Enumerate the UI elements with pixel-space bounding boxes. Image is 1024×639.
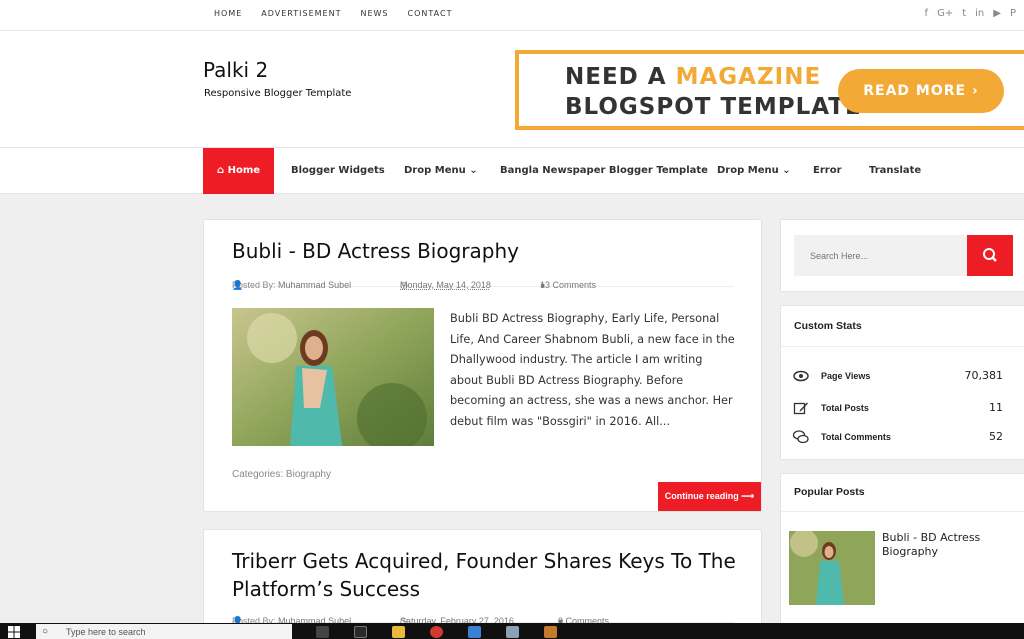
top-nav-advertisement[interactable]: ADVERTISEMENT: [261, 9, 341, 18]
banner-read-more-button[interactable]: READ MORE ›: [838, 69, 1004, 113]
continue-reading-button[interactable]: Continue reading ⟶: [658, 482, 761, 511]
stat-row: Total Comments 52: [793, 430, 1003, 446]
category-link[interactable]: Biography: [286, 469, 331, 480]
widget-title: Popular Posts: [794, 486, 865, 498]
google-plus-icon[interactable]: G+: [937, 8, 953, 19]
search-icon: [983, 248, 997, 262]
ad-banner[interactable]: NEED A MAGAZINE BLOGSPOT TEMPLATE READ M…: [515, 50, 1024, 130]
chevron-down-icon: ⌄: [778, 165, 791, 176]
divider: [781, 511, 1024, 512]
nav-blogger-widgets[interactable]: Blogger Widgets: [291, 148, 385, 194]
stat-label: Total Posts: [821, 403, 869, 413]
youtube-icon[interactable]: ▶: [993, 8, 1001, 19]
task-view-icon[interactable]: [316, 626, 329, 638]
pinterest-icon[interactable]: P: [1010, 8, 1016, 19]
nav-home[interactable]: ⌂ Home: [203, 148, 275, 194]
taskbar: ○ Type here to search: [0, 623, 1024, 639]
search-input[interactable]: [794, 235, 967, 276]
app-icon[interactable]: [506, 626, 519, 638]
top-nav-home[interactable]: HOME: [214, 9, 242, 18]
post-date: ◷ Monday, May 14, 2018: [400, 280, 491, 290]
app-icon[interactable]: [468, 626, 481, 638]
post-card: Bubli - BD Actress Biography 👤 Posted By…: [203, 219, 762, 512]
taskbar-search-input[interactable]: ○ Type here to search: [36, 624, 292, 639]
search-icon: ○: [42, 626, 49, 637]
stat-row: Page Views 70,381: [793, 369, 1003, 385]
chevron-down-icon: ⌄: [465, 165, 478, 176]
app-icon[interactable]: [544, 626, 557, 638]
top-nav-contact[interactable]: CONTACT: [408, 9, 453, 18]
search-widget: [780, 219, 1024, 292]
nav-translate[interactable]: Translate: [869, 148, 921, 194]
site-description: Responsive Blogger Template: [204, 88, 352, 99]
banner-line1: NEED A MAGAZINE: [565, 64, 822, 90]
post-comments[interactable]: ● 13 Comments: [540, 280, 596, 290]
taskbar-search-placeholder: Type here to search: [66, 627, 146, 637]
nav-drop-menu-2[interactable]: Drop Menu ⌄: [717, 148, 791, 194]
eye-icon: [793, 370, 809, 382]
store-icon[interactable]: [354, 626, 367, 638]
main-nav: ⌂ Home Blogger Widgets Drop Menu ⌄ Bangl…: [0, 148, 1024, 194]
site-header: Palki 2 Responsive Blogger Template NEED…: [0, 31, 1024, 148]
stat-value: 70,381: [964, 369, 1004, 382]
post-meta: 👤 Posted By: Muhammad Subel ◷ Monday, Ma…: [232, 280, 734, 290]
stat-value: 52: [989, 430, 1003, 443]
post-author: 👤 Posted By: Muhammad Subel: [232, 280, 352, 290]
post-categories: Categories: Biography: [232, 469, 331, 480]
home-icon: ⌂: [217, 165, 228, 176]
top-bar: HOME ADVERTISEMENT NEWS CONTACT f G+ t i…: [0, 0, 1024, 31]
stat-row: Total Posts 11: [793, 401, 1003, 417]
twitter-icon[interactable]: t: [962, 8, 966, 19]
banner-line2: BLOGSPOT TEMPLATE: [565, 94, 862, 120]
windows-start-icon[interactable]: [8, 626, 20, 638]
stat-value: 11: [989, 401, 1003, 414]
post-title[interactable]: Bubli - BD Actress Biography: [232, 237, 519, 265]
chrome-icon[interactable]: [430, 626, 443, 638]
site-title[interactable]: Palki 2: [203, 58, 268, 82]
custom-stats-widget: Custom Stats Page Views 70,381 Total Pos…: [780, 305, 1024, 460]
stat-label: Page Views: [821, 371, 871, 381]
post-excerpt: Bubli BD Actress Biography, Early Life, …: [450, 312, 735, 428]
clock-icon: ◷: [400, 280, 408, 290]
popular-posts-widget: Popular Posts Bubli - BD Actress Biograp…: [780, 473, 1024, 639]
top-nav: HOME ADVERTISEMENT NEWS CONTACT: [214, 9, 471, 18]
divider: [781, 346, 1024, 347]
popular-post-thumbnail[interactable]: [789, 531, 875, 605]
nav-bangla-newspaper[interactable]: Bangla Newspaper Blogger Template: [500, 148, 708, 194]
top-nav-news[interactable]: NEWS: [360, 9, 388, 18]
popular-post-title[interactable]: Bubli - BD Actress Biography: [882, 531, 1012, 559]
social-links: f G+ t in ▶ P: [925, 8, 1016, 19]
linkedin-icon[interactable]: in: [975, 8, 984, 19]
post-thumbnail[interactable]: [232, 308, 434, 446]
widget-title: Custom Stats: [794, 320, 862, 332]
facebook-icon[interactable]: f: [925, 8, 929, 19]
search-button[interactable]: [967, 235, 1013, 276]
comments-icon: [793, 430, 809, 444]
edit-icon: [793, 402, 808, 415]
post-meta: 👤 Posted By: Muhammad Subel ◷ Saturday, …: [232, 616, 734, 626]
stat-label: Total Comments: [821, 432, 891, 442]
nav-drop-menu-1[interactable]: Drop Menu ⌄: [404, 148, 478, 194]
nav-error[interactable]: Error: [813, 148, 842, 194]
user-icon: 👤: [232, 280, 244, 290]
post-title[interactable]: Triberr Gets Acquired, Founder Shares Ke…: [232, 547, 736, 603]
file-explorer-icon[interactable]: [392, 626, 405, 638]
comment-icon: ●: [540, 280, 546, 290]
